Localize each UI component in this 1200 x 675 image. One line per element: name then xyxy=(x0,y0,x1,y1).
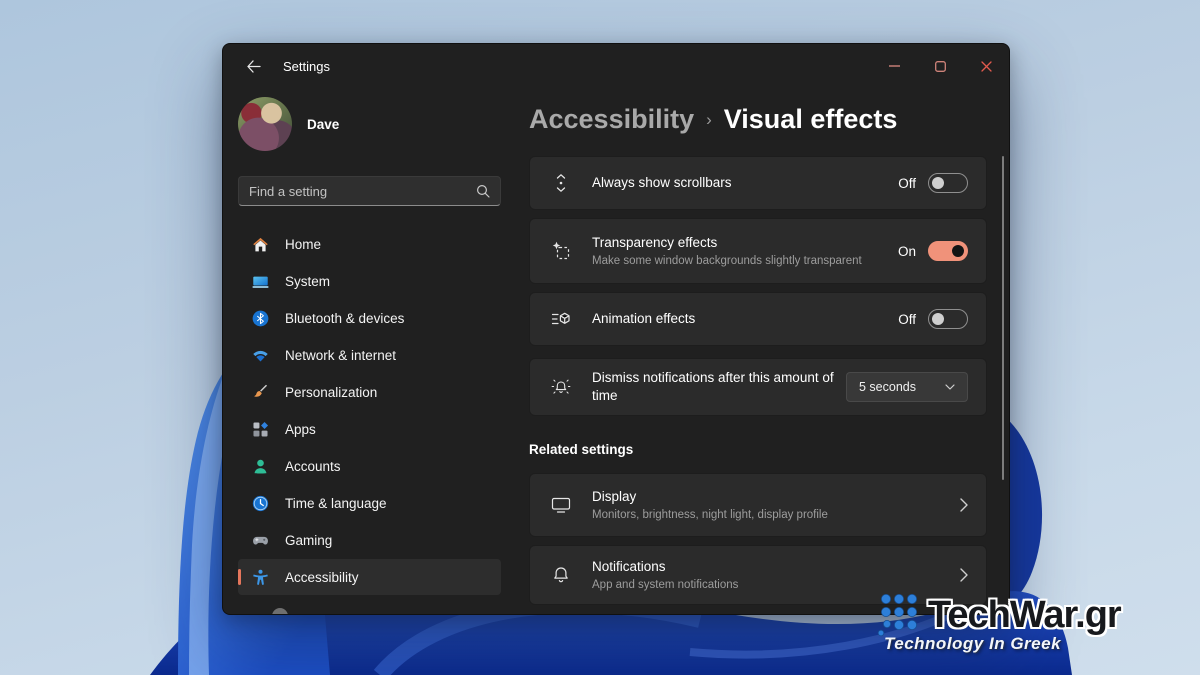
sidebar-item-time-language[interactable]: Time & language xyxy=(238,485,501,521)
dropdown-value: 5 seconds xyxy=(859,380,916,394)
toggle-knob xyxy=(952,245,964,257)
back-arrow-icon xyxy=(246,60,261,73)
chevron-down-icon xyxy=(945,384,955,390)
minimize-button[interactable] xyxy=(871,44,917,88)
sidebar-item-partial xyxy=(238,596,501,615)
setting-card-transparency: Transparency effects Make some window ba… xyxy=(529,218,987,284)
setting-subtitle: Make some window backgrounds slightly tr… xyxy=(592,254,888,268)
setting-title: Notifications xyxy=(592,558,950,576)
display-icon xyxy=(530,496,592,514)
close-icon xyxy=(981,61,992,72)
related-card-display[interactable]: Display Monitors, brightness, night ligh… xyxy=(529,473,987,537)
scrollbars-icon xyxy=(530,173,592,193)
sidebar-item-label: Accounts xyxy=(285,459,341,474)
breadcrumb: Accessibility › Visual effects xyxy=(529,99,987,138)
sidebar-item-network[interactable]: Network & internet xyxy=(238,337,501,373)
user-profile[interactable]: Dave xyxy=(238,97,501,151)
sidebar-nav: Home System Bluetooth & devices xyxy=(238,226,501,615)
window-controls xyxy=(871,44,1009,88)
search-icon xyxy=(476,184,490,198)
sidebar-item-label: Bluetooth & devices xyxy=(285,311,404,326)
user-name: Dave xyxy=(307,117,339,132)
accounts-icon xyxy=(251,457,269,475)
search-input[interactable] xyxy=(249,184,476,199)
sidebar-item-apps[interactable]: Apps xyxy=(238,411,501,447)
partial-icon xyxy=(272,608,288,615)
setting-title: Dismiss notifications after this amount … xyxy=(592,369,836,405)
sidebar-item-label: System xyxy=(285,274,330,289)
dismiss-notifications-icon xyxy=(530,377,592,397)
maximize-icon xyxy=(935,61,946,72)
toggle-state-label: On xyxy=(898,244,916,259)
close-button[interactable] xyxy=(963,44,1009,88)
notifications-icon xyxy=(530,565,592,585)
watermark: TechWar.gr Technology In Greek xyxy=(874,590,1200,654)
sidebar-item-label: Accessibility xyxy=(285,570,359,585)
animation-icon xyxy=(530,309,592,329)
selected-indicator xyxy=(238,569,241,585)
setting-title: Always show scrollbars xyxy=(592,174,888,192)
watermark-tagline: Technology In Greek xyxy=(884,634,1200,654)
titlebar: Settings xyxy=(223,44,1009,88)
setting-title: Transparency effects xyxy=(592,234,888,252)
main-content: Accessibility › Visual effects Always sh… xyxy=(513,88,1009,615)
sidebar-item-label: Network & internet xyxy=(285,348,396,363)
back-button[interactable] xyxy=(237,51,269,81)
settings-list: Always show scrollbars Off Transparency … xyxy=(529,156,987,605)
sidebar-item-bluetooth[interactable]: Bluetooth & devices xyxy=(238,300,501,336)
setting-subtitle: Monitors, brightness, night light, displ… xyxy=(592,508,950,522)
network-icon xyxy=(251,346,269,364)
bluetooth-icon xyxy=(251,309,269,327)
setting-card-scrollbars: Always show scrollbars Off xyxy=(529,156,987,210)
app-title: Settings xyxy=(283,59,330,74)
sidebar: Dave Home xyxy=(223,88,513,615)
setting-card-dismiss-notifications: Dismiss notifications after this amount … xyxy=(529,358,987,416)
sidebar-item-home[interactable]: Home xyxy=(238,226,501,262)
setting-title: Animation effects xyxy=(592,310,888,328)
time-language-icon xyxy=(251,494,269,512)
sidebar-item-gaming[interactable]: Gaming xyxy=(238,522,501,558)
breadcrumb-separator-icon: › xyxy=(706,99,712,138)
techwar-logo-icon xyxy=(874,590,922,640)
settings-window: Settings Dave xyxy=(222,43,1010,615)
toggle-state-label: Off xyxy=(898,312,916,327)
sidebar-item-label: Home xyxy=(285,237,321,252)
sidebar-item-label: Personalization xyxy=(285,385,377,400)
watermark-brand: TechWar.gr xyxy=(928,594,1121,637)
personalization-icon xyxy=(251,383,269,401)
dismiss-time-dropdown[interactable]: 5 seconds xyxy=(846,372,968,402)
sidebar-item-accounts[interactable]: Accounts xyxy=(238,448,501,484)
maximize-button[interactable] xyxy=(917,44,963,88)
chevron-right-icon xyxy=(960,568,968,582)
toggle-knob xyxy=(932,313,944,325)
sidebar-item-label: Gaming xyxy=(285,533,332,548)
transparency-icon xyxy=(530,241,592,261)
sidebar-item-personalization[interactable]: Personalization xyxy=(238,374,501,410)
setting-title: Display xyxy=(592,488,950,506)
minimize-icon xyxy=(889,65,900,67)
toggle-state-label: Off xyxy=(898,176,916,191)
setting-card-animation: Animation effects Off xyxy=(529,292,987,346)
system-icon xyxy=(251,272,269,290)
sidebar-item-label: Apps xyxy=(285,422,316,437)
related-settings-header: Related settings xyxy=(529,442,987,457)
sidebar-item-accessibility[interactable]: Accessibility xyxy=(238,559,501,595)
apps-icon xyxy=(251,420,269,438)
scrollbars-toggle[interactable] xyxy=(928,173,968,193)
gaming-icon xyxy=(251,531,269,549)
sidebar-item-label: Time & language xyxy=(285,496,387,511)
content-scrollbar[interactable] xyxy=(1002,156,1004,480)
search-box[interactable] xyxy=(238,176,501,206)
chevron-right-icon xyxy=(960,498,968,512)
toggle-knob xyxy=(932,177,944,189)
avatar xyxy=(238,97,292,151)
home-icon xyxy=(251,235,269,253)
page-title: Visual effects xyxy=(724,101,898,137)
accessibility-icon xyxy=(251,568,269,586)
animation-toggle[interactable] xyxy=(928,309,968,329)
sidebar-item-system[interactable]: System xyxy=(238,263,501,299)
breadcrumb-parent[interactable]: Accessibility xyxy=(529,101,694,137)
transparency-toggle[interactable] xyxy=(928,241,968,261)
